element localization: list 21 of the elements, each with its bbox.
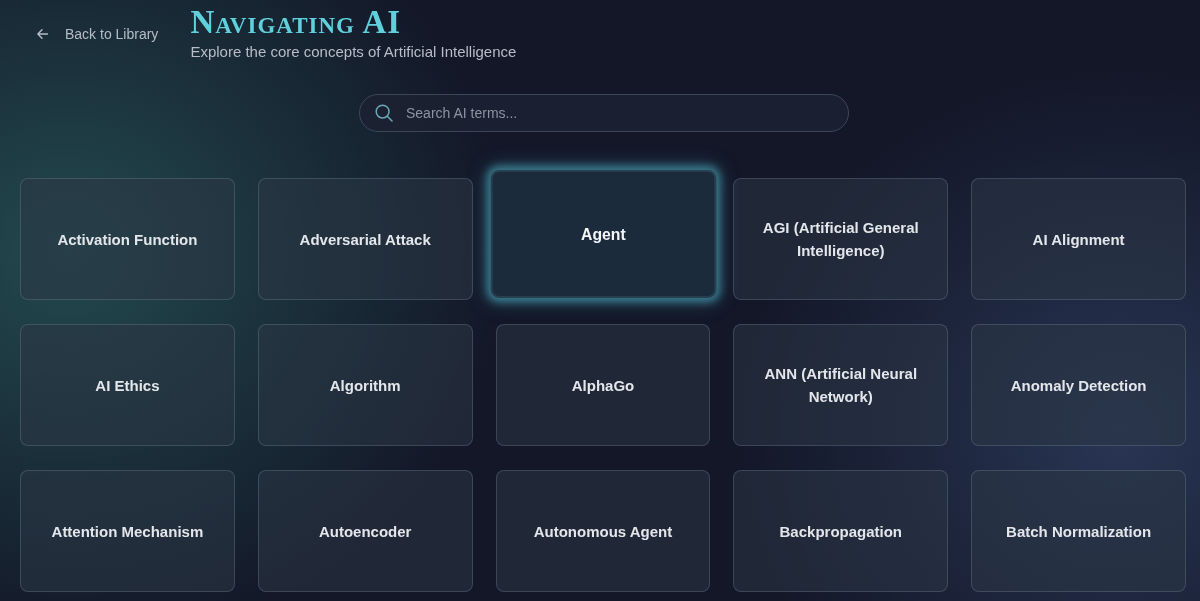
term-card[interactable]: ANN (Artificial Neural Network) [733,324,949,446]
page-title: Navigating AI [190,7,402,37]
back-link[interactable]: Back to Library [37,26,159,42]
term-card[interactable]: Anomaly Detection [971,324,1186,446]
term-card[interactable]: Batch Normalization [971,470,1186,592]
term-card[interactable]: Attention Mechanism [20,470,235,592]
term-card[interactable]: AI Alignment [971,178,1186,300]
search-icon [375,104,393,122]
term-card[interactable]: AI Ethics [20,324,235,446]
term-card[interactable]: AlphaGo [495,324,711,446]
page-subtitle: Explore the core concepts of Artificial Intelligence [190,43,517,60]
term-card[interactable]: Autonomous Agent [495,470,711,592]
term-card[interactable]: Activation Function [20,178,235,300]
search-field[interactable]: Search AI terms... [359,94,849,132]
term-card[interactable]: Backpropagation [733,470,949,592]
back-arrow-icon [37,29,48,39]
term-card[interactable]: Algorithm [257,324,473,446]
term-card[interactable]: AGI (Artificial General Intelligence) [733,178,949,300]
term-card[interactable]: Adversarial Attack [257,178,473,300]
term-card[interactable]: Agent [490,169,716,299]
term-card[interactable]: Autoencoder [257,470,473,592]
